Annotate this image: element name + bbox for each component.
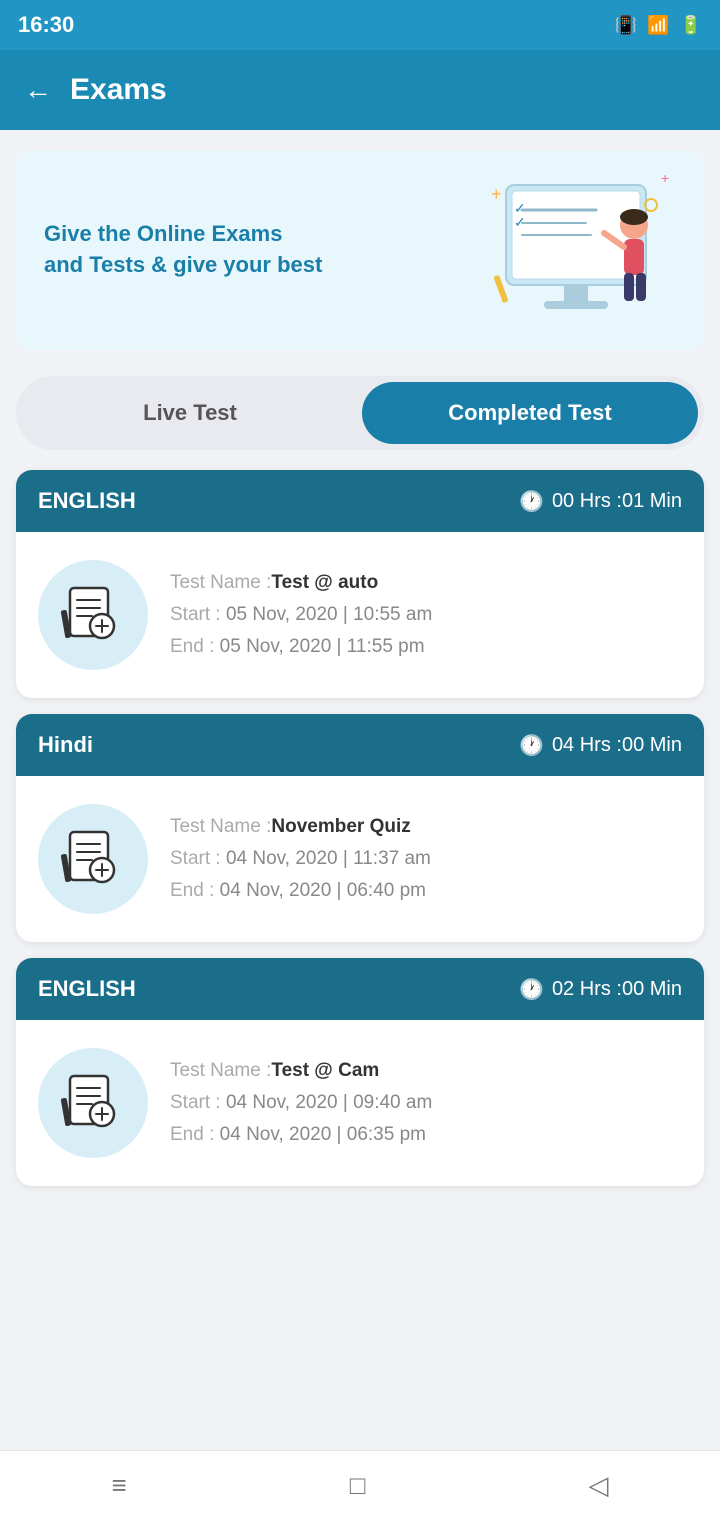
test-details: Test Name :Test @ auto Start : 05 Nov, 2… <box>170 572 432 658</box>
app-header: ← Exams <box>0 50 720 130</box>
card-duration: 🕐 02 Hrs :00 Min <box>519 977 682 1002</box>
test-name-line: Test Name :Test @ Cam <box>170 1060 432 1082</box>
clock-icon: 🕐 <box>519 977 544 1002</box>
status-icons: 📳 📶 🔋 <box>615 15 702 36</box>
end-line: End : 05 Nov, 2020 | 11:55 pm <box>170 636 432 658</box>
clock-icon: 🕐 <box>519 733 544 758</box>
banner-illustration: ✓ ✓ + + <box>476 165 676 335</box>
test-card[interactable]: ENGLISH 🕐 02 Hrs :00 Min <box>16 958 704 1186</box>
test-card[interactable]: ENGLISH 🕐 00 Hrs :01 Min <box>16 470 704 698</box>
test-name-line: Test Name :November Quiz <box>170 816 431 838</box>
tab-live-test[interactable]: Live Test <box>22 382 358 444</box>
test-icon <box>38 560 148 670</box>
test-name-line: Test Name :Test @ auto <box>170 572 432 594</box>
card-subject: Hindi <box>38 732 93 758</box>
test-details: Test Name :November Quiz Start : 04 Nov,… <box>170 816 431 902</box>
back-nav-icon[interactable]: ◁ <box>588 1470 608 1501</box>
bottom-navigation: ≡ □ ◁ <box>0 1450 720 1520</box>
card-body: Test Name :Test @ Cam Start : 04 Nov, 20… <box>16 1020 704 1186</box>
svg-text:+: + <box>491 184 502 204</box>
card-body: Test Name :Test @ auto Start : 05 Nov, 2… <box>16 532 704 698</box>
banner-text: Give the Online Exams and Tests & give y… <box>44 219 322 281</box>
card-subject: ENGLISH <box>38 976 136 1002</box>
battery-icon: 🔋 <box>680 15 702 36</box>
start-line: Start : 05 Nov, 2020 | 10:55 am <box>170 604 432 626</box>
menu-icon[interactable]: ≡ <box>112 1470 127 1501</box>
end-line: End : 04 Nov, 2020 | 06:35 pm <box>170 1124 432 1146</box>
end-line: End : 04 Nov, 2020 | 06:40 pm <box>170 880 431 902</box>
start-line: Start : 04 Nov, 2020 | 09:40 am <box>170 1092 432 1114</box>
test-icon <box>38 1048 148 1158</box>
card-header: ENGLISH 🕐 00 Hrs :01 Min <box>16 470 704 532</box>
page-title: Exams <box>70 73 167 107</box>
vibrate-icon: 📳 <box>615 15 637 36</box>
svg-text:✓: ✓ <box>514 214 526 230</box>
wifi-icon: 📶 <box>647 15 669 36</box>
home-icon[interactable]: □ <box>350 1470 366 1501</box>
cards-list: ENGLISH 🕐 00 Hrs :01 Min <box>0 460 720 1206</box>
card-header: Hindi 🕐 04 Hrs :00 Min <box>16 714 704 776</box>
card-duration: 🕐 00 Hrs :01 Min <box>519 489 682 514</box>
card-header: ENGLISH 🕐 02 Hrs :00 Min <box>16 958 704 1020</box>
test-details: Test Name :Test @ Cam Start : 04 Nov, 20… <box>170 1060 432 1146</box>
start-line: Start : 04 Nov, 2020 | 11:37 am <box>170 848 431 870</box>
promo-banner: Give the Online Exams and Tests & give y… <box>16 150 704 350</box>
card-subject: ENGLISH <box>38 488 136 514</box>
duration-value: 02 Hrs :00 Min <box>552 978 682 1001</box>
tabs-container: Live Test Completed Test <box>16 376 704 450</box>
back-button[interactable]: ← <box>24 74 52 106</box>
duration-value: 00 Hrs :01 Min <box>552 490 682 513</box>
svg-text:+: + <box>661 170 669 186</box>
test-card[interactable]: Hindi 🕐 04 Hrs :00 Min <box>16 714 704 942</box>
card-duration: 🕐 04 Hrs :00 Min <box>519 733 682 758</box>
status-bar: 16:30 📳 📶 🔋 <box>0 0 720 50</box>
card-body: Test Name :November Quiz Start : 04 Nov,… <box>16 776 704 942</box>
status-time: 16:30 <box>18 12 74 38</box>
duration-value: 04 Hrs :00 Min <box>552 734 682 757</box>
test-icon <box>38 804 148 914</box>
clock-icon: 🕐 <box>519 489 544 514</box>
tab-completed-test[interactable]: Completed Test <box>362 382 698 444</box>
